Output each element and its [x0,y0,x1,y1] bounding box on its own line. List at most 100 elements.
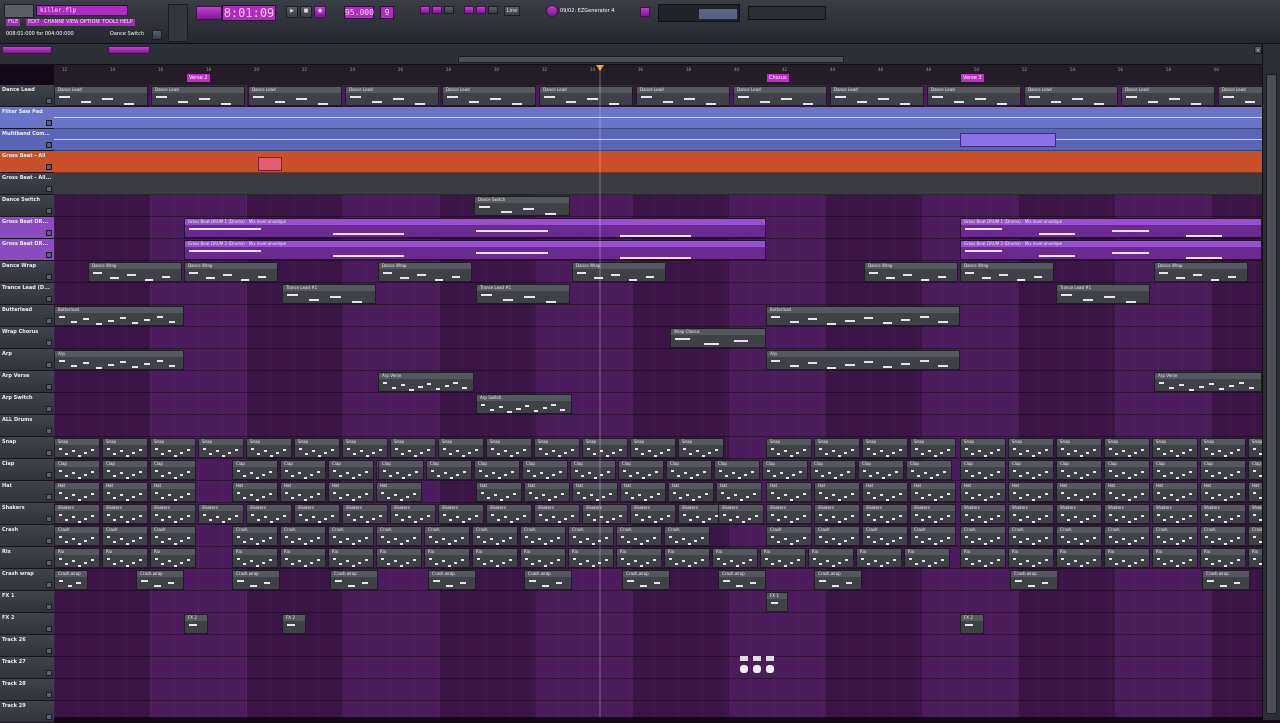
track-mute-icon[interactable] [46,538,52,544]
automation-clip[interactable] [258,157,282,171]
track-mute-icon[interactable] [46,516,52,522]
pattern-clip[interactable]: Clap [1056,460,1102,480]
track-header[interactable]: FX 2 [0,613,54,635]
pattern-clip[interactable]: Rix [150,548,196,568]
pattern-clip[interactable]: Snap [342,438,388,458]
marker-verse-2[interactable]: Verse 2 [187,74,210,82]
track-mute-icon[interactable] [46,384,52,390]
pattern-clip[interactable]: Snap [766,438,812,458]
track-header[interactable]: FX 1 [0,591,54,613]
pattern-clip[interactable]: Shakers [1152,504,1198,524]
pattern-clip[interactable]: Rix [1104,548,1150,568]
pattern-clip[interactable]: Crash wrap [814,570,862,590]
pattern-clip[interactable]: Shakers [910,504,956,524]
pattern-clip[interactable]: Shakers [438,504,484,524]
pattern-clip[interactable]: Clap [522,460,568,480]
pattern-clip[interactable]: Rix [232,548,278,568]
track-header[interactable]: Trance Lead (D... [0,283,54,305]
pattern-clip[interactable]: Shakers [718,504,764,524]
pattern-clip[interactable]: Rix [280,548,326,568]
pattern-clip[interactable]: Crash [1104,526,1150,546]
pattern-clip[interactable]: Snap [150,438,196,458]
track-header[interactable]: Track 27 [0,657,54,679]
pattern-clip[interactable]: Rix [1008,548,1054,568]
pattern-clip[interactable]: Clap [1104,460,1150,480]
pattern-clip[interactable]: Dance Wrap [572,262,666,282]
pattern-clip[interactable]: Snap [1248,438,1262,458]
pattern-clip[interactable]: Dance Wrap [1154,262,1248,282]
pattern-clip[interactable]: Crash [960,526,1006,546]
pattern-clip[interactable]: Clap [1248,460,1262,480]
pattern-clip[interactable]: Clap [714,460,760,480]
track-lane[interactable]: Dance Wrap Dance Wrap Dance Wrap Dance Wrap… [54,261,1262,283]
pattern-clip[interactable]: Crash [54,526,100,546]
pattern-clip[interactable]: Dance Wrap [960,262,1054,282]
track-header[interactable]: Snap [0,437,54,459]
automation-clip[interactable] [960,133,1056,147]
track-lane[interactable] [54,415,1262,437]
track-lane[interactable]: Gross Beat DRUM 1 (Drums) - Mix level en… [54,217,1262,239]
pattern-clip[interactable]: Clap [378,460,424,480]
playlist-grid[interactable]: Dance Lead Dance Lead Dance Lead Dance Lead… [54,85,1262,717]
pattern-clip[interactable]: Dance Wrap [864,262,958,282]
pattern-clip[interactable]: Snap [198,438,244,458]
pattern-clip[interactable]: Clap [150,460,196,480]
pattern-clip[interactable]: Clap [474,460,520,480]
play-button[interactable]: ▶ [286,6,298,18]
pattern-clip[interactable]: Hat [1056,482,1102,502]
pattern-clip[interactable]: Dance Lead [539,86,633,106]
pattern-clip[interactable]: Clap [666,460,712,480]
track-header[interactable]: Multiband Com... [0,129,54,151]
track-lane[interactable]: FX 2 FX 2 FX 2 [54,613,1262,635]
track-mute-icon[interactable] [46,604,52,610]
track-lane[interactable] [54,679,1262,701]
pattern-clip[interactable]: Shakers [534,504,580,524]
track-lane[interactable] [54,129,1262,151]
pattern-clip[interactable]: Crash wrap [1202,570,1250,590]
pattern-clip[interactable]: Shakers [1056,504,1102,524]
track-mute-icon[interactable] [46,208,52,214]
pattern-clip[interactable]: Snap [862,438,908,458]
pattern-clip[interactable]: Butterlead [766,306,960,326]
pattern-clip[interactable]: Dance Lead [1218,86,1262,106]
track-lane[interactable]: Rix Rix Rix Rix Rix Rix Rix Rix Rix Rix Rix Rix Rix R… [54,547,1262,569]
countdown-icon[interactable] [444,6,454,14]
stop-button[interactable]: ■ [300,6,312,18]
playlist-menu-button[interactable] [2,46,52,54]
pattern-clip[interactable]: Snap [1056,438,1102,458]
pattern-clip[interactable]: Dance Lead [1121,86,1215,106]
timeline-ruler[interactable]: 12 14 16 18 20 22 24 26 28 30 32 34 36 38 40 42 44 46 48 50… [54,65,1267,85]
track-header[interactable]: Arp Verse [0,371,54,393]
pattern-clip[interactable]: Hat [960,482,1006,502]
track-mute-icon[interactable] [46,472,52,478]
playhead[interactable] [599,65,601,717]
pattern-clip[interactable]: Rix [472,548,518,568]
pattern-clip[interactable]: Dance Lead [442,86,536,106]
pattern-clip[interactable]: Shakers [390,504,436,524]
song-mode-button[interactable] [196,6,222,20]
track-header[interactable]: Filter Saw Pad [0,107,54,129]
pattern-clip[interactable]: Hat [150,482,196,502]
pattern-clip[interactable]: Crash wrap [1010,570,1058,590]
pattern-clip[interactable]: Clap [906,460,952,480]
pattern-clip[interactable]: Snap [486,438,532,458]
pattern-clip[interactable]: Crash [1152,526,1198,546]
pattern-selector-button[interactable] [108,46,150,54]
track-mute-icon[interactable] [46,362,52,368]
pattern-clip[interactable]: Arp [54,350,184,370]
pattern-clip[interactable]: Clap [858,460,904,480]
pattern-clip[interactable]: Snap [960,438,1006,458]
track-lane[interactable]: Hat Hat Hat Hat Hat Hat Hat Hat Hat Hat Hat Hat Hat H… [54,481,1262,503]
pattern-clip[interactable]: Snap [534,438,580,458]
pattern-clip[interactable]: Hat [1104,482,1150,502]
track-header[interactable]: Hat [0,481,54,503]
menu-edit[interactable]: EDIT [26,19,42,26]
menu-help[interactable]: HELP [118,19,135,26]
pattern-clip[interactable]: Crash wrap [718,570,766,590]
pattern-clip[interactable]: Crash [376,526,422,546]
pattern-clip[interactable]: Gross Beat DRUM 2 (Drums) - Mix level en… [184,240,766,260]
pattern-selector[interactable]: 9 [380,6,394,19]
pattern-clip[interactable]: Arp Verse [1154,372,1262,392]
track-mute-icon[interactable] [46,296,52,302]
track-header[interactable]: Dance Lead [0,85,54,107]
